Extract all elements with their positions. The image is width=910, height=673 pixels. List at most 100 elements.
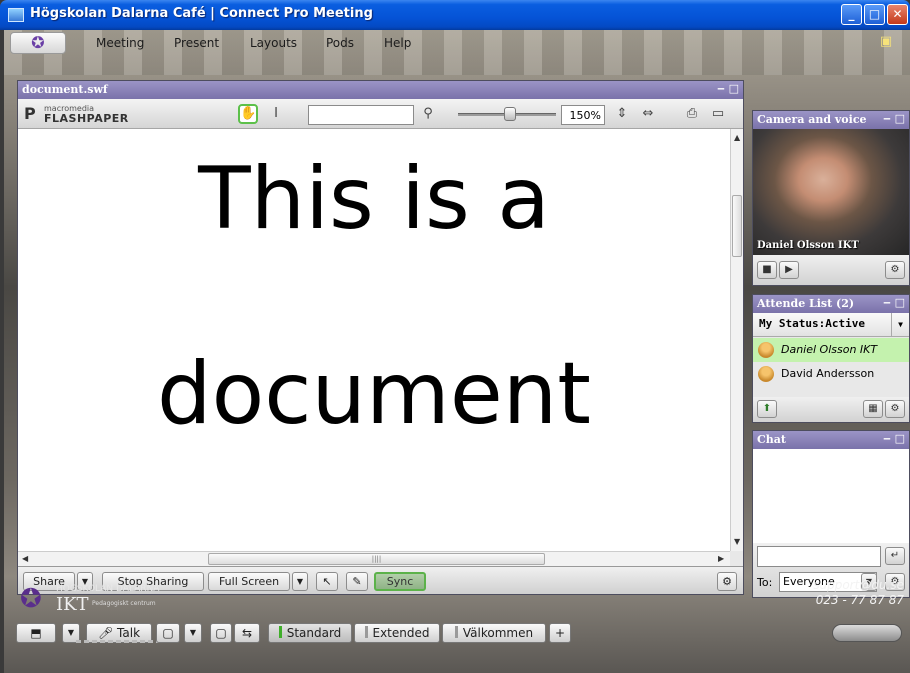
document-pod-header: document.swf ‒ □: [18, 81, 743, 99]
stop-camera-icon[interactable]: ■: [757, 261, 777, 279]
flashpaper-brand-big: FLASHPAPER: [44, 112, 129, 125]
draw-tool-icon[interactable]: ✎: [346, 572, 368, 591]
connect-logo-icon[interactable]: ✪: [10, 32, 66, 54]
meeting-controls-pill[interactable]: [832, 624, 902, 642]
fit-height-icon[interactable]: ⇕: [612, 104, 632, 124]
vertical-scrollbar[interactable]: ▲ ▼: [730, 129, 743, 551]
close-button[interactable]: ✕: [887, 4, 908, 25]
lock-talk-icon[interactable]: ▢: [156, 623, 180, 643]
add-layout-button[interactable]: +: [549, 623, 571, 643]
camera-icon[interactable]: ▶: [779, 261, 799, 279]
status-dropdown-icon[interactable]: ▼: [891, 313, 909, 336]
promote-user-icon[interactable]: ⬆: [757, 400, 777, 418]
pod-window-controls[interactable]: ‒ □: [883, 296, 905, 309]
network-status-icon[interactable]: ▣: [876, 32, 896, 52]
school-name: HÖGSKOLAN DALARNA: [56, 584, 160, 594]
vertical-scroll-thumb[interactable]: [732, 195, 742, 257]
attendee-row[interactable]: Daniel Olsson IKT: [753, 338, 909, 362]
fit-width-icon[interactable]: ⇔: [638, 104, 658, 124]
chat-pod: Chat ‒ □ ↵ To: Everyone ▼ ⚙: [752, 430, 910, 598]
attendee-pod-header: Attende List (2) ‒ □: [753, 295, 909, 313]
layout-label: Extended: [372, 626, 430, 640]
my-status-select[interactable]: My Status:Active ▼: [753, 313, 909, 337]
layout-indicator: [454, 626, 458, 638]
handshake-icon[interactable]: ⇆: [234, 623, 260, 643]
search-icon[interactable]: ⚲: [418, 104, 438, 124]
zoom-slider-thumb[interactable]: [504, 107, 516, 121]
talk-label: Talk: [117, 626, 141, 640]
audio-level-meter: [76, 640, 164, 643]
window-titlebar: Högskolan Dalarna Café | Connect Pro Mee…: [0, 0, 910, 30]
talk-dropdown-icon[interactable]: ▼: [184, 623, 202, 643]
person-icon: [758, 342, 774, 358]
menu-layouts[interactable]: Layouts: [250, 36, 297, 50]
layout-tab-standard[interactable]: Standard: [268, 623, 352, 643]
meeting-taskbar: ⬒ ▼ 🎤︎ Talk ▢ ▼ ▢ ⇆ Standard Extended Vä…: [4, 618, 910, 648]
person-icon: [758, 366, 774, 382]
minimize-button[interactable]: _: [841, 4, 862, 25]
document-line-2: document: [157, 344, 591, 444]
school-logo-icon: ✪: [20, 584, 42, 614]
attendee-row[interactable]: David Andersson: [753, 362, 909, 386]
layout-label: Välkommen: [462, 626, 534, 640]
chat-to-label: To:: [757, 576, 773, 589]
hand-tool-icon[interactable]: ✋: [238, 104, 258, 124]
layout-tab-valkommen[interactable]: Välkommen: [442, 623, 546, 643]
support-info: support@du.se 023 - 77 87 87: [813, 578, 904, 608]
menu-meeting[interactable]: Meeting: [96, 36, 144, 50]
sync-button[interactable]: Sync: [374, 572, 426, 591]
menu-present[interactable]: Present: [174, 36, 219, 50]
text-select-icon[interactable]: I: [266, 104, 286, 124]
share-my-screen-icon[interactable]: ⬒: [16, 623, 56, 643]
full-screen-button[interactable]: Full Screen: [208, 572, 290, 591]
flashpaper-logo: P macromedia FLASHPAPER: [24, 104, 144, 124]
attendee-options-gear-icon[interactable]: ⚙: [885, 400, 905, 418]
send-message-icon[interactable]: ↵: [885, 547, 905, 565]
document-pod-title: document.swf: [22, 83, 108, 96]
pointer-tool-icon[interactable]: ↖: [316, 572, 338, 591]
maximize-button[interactable]: □: [864, 4, 885, 25]
chat-message-input[interactable]: [757, 546, 881, 567]
document-pod: document.swf ‒ □ P macromedia FLASHPAPER…: [17, 80, 744, 595]
pod-window-controls[interactable]: ‒ □: [717, 82, 739, 95]
my-status-label: My Status:Active: [759, 317, 865, 330]
school-branding: ✪ HÖGSKOLAN DALARNA IKT Pedagogiskt cent…: [20, 578, 220, 618]
options-icon[interactable]: ▭: [708, 104, 728, 124]
scroll-down-icon[interactable]: ▼: [734, 537, 740, 546]
print-icon[interactable]: ⎙: [682, 104, 702, 124]
flashpaper-mark-icon: P: [24, 104, 36, 123]
attendee-name: David Andersson: [781, 367, 875, 380]
full-screen-dropdown-icon[interactable]: ▼: [292, 572, 308, 591]
attendee-list-pod: Attende List (2) ‒ □ My Status:Active ▼ …: [752, 294, 910, 423]
menu-pods[interactable]: Pods: [326, 36, 354, 50]
lock-icon[interactable]: ▢: [210, 623, 232, 643]
menu-help[interactable]: Help: [384, 36, 411, 50]
flashpaper-toolbar: P macromedia FLASHPAPER ✋ I ⚲ 150% ⇕ ⇔ ⎙…: [18, 99, 743, 129]
camera-controls: ■ ▶ ⚙: [753, 255, 909, 285]
camera-options-gear-icon[interactable]: ⚙: [885, 261, 905, 279]
layout-label: Standard: [286, 626, 342, 640]
layout-tab-extended[interactable]: Extended: [354, 623, 440, 643]
horizontal-scrollbar[interactable]: ◀ |||| ▶: [18, 551, 730, 566]
unit-subtitle: Pedagogiskt centrum: [92, 600, 156, 607]
scroll-right-icon[interactable]: ▶: [718, 554, 724, 563]
layout-indicator: [364, 626, 368, 638]
scroll-up-icon[interactable]: ▲: [734, 133, 740, 142]
attendee-pod-title: Attende List (2): [757, 297, 855, 310]
pod-window-controls[interactable]: ‒ □: [883, 432, 905, 445]
pod-options-gear-icon[interactable]: ⚙: [717, 572, 737, 591]
camera-voice-pod: Camera and voice ‒ □ Daniel Olsson IKT ■…: [752, 110, 910, 286]
attendee-name: Daniel Olsson IKT: [781, 343, 878, 356]
search-input[interactable]: [308, 105, 414, 125]
document-page[interactable]: This is a document: [18, 129, 730, 551]
horizontal-scroll-thumb[interactable]: ||||: [208, 553, 545, 565]
chat-messages: [753, 449, 909, 543]
scroll-left-icon[interactable]: ◀: [22, 554, 28, 563]
camera-pod-header: Camera and voice ‒ □: [753, 111, 909, 129]
support-phone: 023 - 77 87 87: [815, 593, 904, 607]
window-title: Högskolan Dalarna Café | Connect Pro Mee…: [30, 6, 373, 21]
camera-pod-title: Camera and voice: [757, 113, 867, 126]
zoom-input[interactable]: 150%: [561, 105, 605, 125]
pod-window-controls[interactable]: ‒ □: [883, 112, 905, 125]
grid-view-icon[interactable]: ▦: [863, 400, 883, 418]
